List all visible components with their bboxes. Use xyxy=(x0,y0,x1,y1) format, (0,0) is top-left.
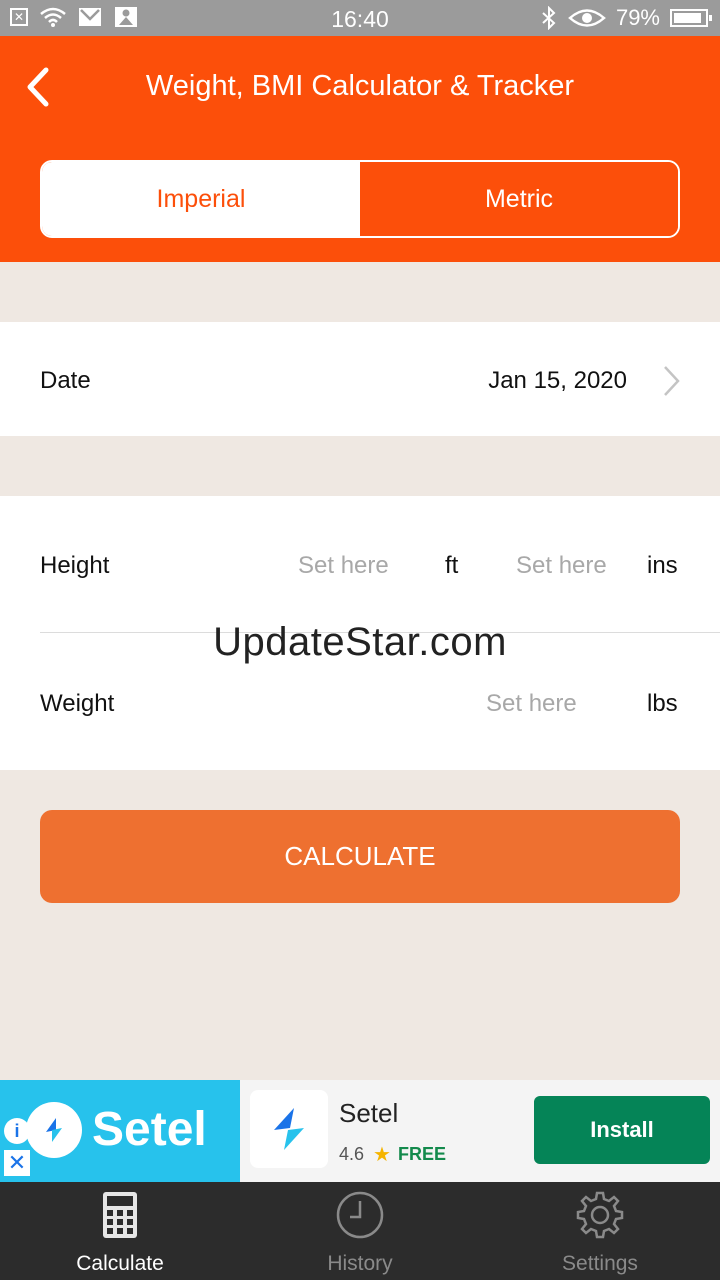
nav-item-calculate[interactable]: Calculate xyxy=(0,1182,240,1280)
height-label: Height xyxy=(40,552,110,579)
nav-item-settings[interactable]: Settings xyxy=(480,1182,720,1280)
height-feet-unit: ft xyxy=(445,552,459,579)
tab-imperial[interactable]: Imperial xyxy=(42,162,360,236)
eye-icon xyxy=(568,9,606,27)
ad-banner-text: Setel xyxy=(92,1103,207,1156)
nav-item-history[interactable]: History xyxy=(240,1182,480,1280)
battery-icon xyxy=(670,9,712,27)
info-icon[interactable]: i xyxy=(4,1118,30,1144)
height-feet-input[interactable]: Set here xyxy=(298,552,389,580)
tab-metric[interactable]: Metric xyxy=(360,162,678,236)
calculator-icon xyxy=(103,1192,137,1238)
unit-toggle: Imperial Metric xyxy=(40,160,680,238)
height-inches-unit: ins xyxy=(647,552,678,579)
install-button[interactable]: Install xyxy=(534,1096,710,1164)
star-icon: ★ xyxy=(373,1144,391,1166)
gear-icon xyxy=(576,1191,624,1239)
weight-label: Weight xyxy=(40,690,115,717)
height-inches-input[interactable]: Set here xyxy=(516,552,607,580)
setel-app-icon xyxy=(250,1090,328,1168)
weight-unit: lbs xyxy=(647,690,678,717)
weight-input[interactable]: Set here xyxy=(486,690,577,718)
ad-banner-image[interactable]: Setel xyxy=(0,1080,240,1182)
bottom-nav: Calculate History Settings xyxy=(0,1182,720,1280)
close-icon[interactable]: ✕ xyxy=(4,1150,30,1176)
chevron-right-icon xyxy=(664,366,680,396)
ad-banner[interactable]: Setel i ✕ Setel 4.6 ★ FREE Install xyxy=(0,1080,720,1182)
app-header: Weight, BMI Calculator & Tracker Imperia… xyxy=(0,36,720,262)
status-bar: ✕ 16:40 79% xyxy=(0,0,720,36)
status-right-icons: 79% xyxy=(540,5,712,31)
setel-logo-icon xyxy=(26,1102,82,1158)
date-value: Jan 15, 2020 xyxy=(488,367,627,394)
watermark: UpdateStar.com xyxy=(213,620,507,664)
nav-label-history: History xyxy=(327,1252,393,1275)
ad-rating: 4.6 xyxy=(339,1144,365,1164)
battery-percent: 79% xyxy=(615,5,660,30)
nav-label-settings: Settings xyxy=(562,1252,638,1275)
nav-label-calculate: Calculate xyxy=(76,1252,164,1275)
bluetooth-icon xyxy=(542,6,556,30)
date-row[interactable]: Date Jan 15, 2020 xyxy=(0,322,720,436)
page-title: Weight, BMI Calculator & Tracker xyxy=(145,70,575,102)
calculate-button[interactable]: CALCULATE xyxy=(40,810,680,903)
ad-price: FREE xyxy=(398,1144,447,1164)
date-label: Date xyxy=(40,367,91,394)
clock-icon xyxy=(336,1191,384,1239)
ad-app-name: Setel xyxy=(339,1098,399,1128)
